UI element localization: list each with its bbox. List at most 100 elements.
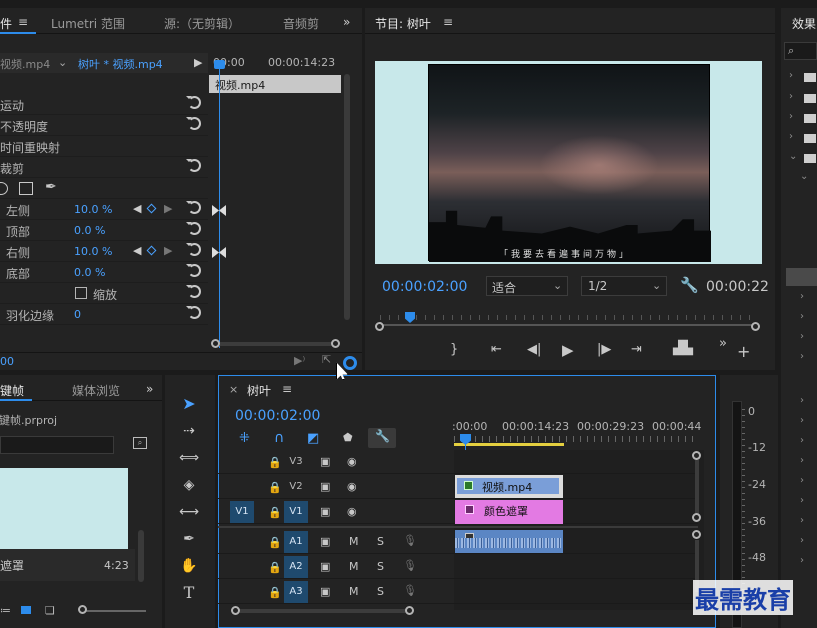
effects-list-item[interactable]: ›	[786, 452, 817, 472]
ec-playhead[interactable]	[219, 66, 220, 348]
tab-effect-controls[interactable]: 件	[0, 15, 12, 32]
project-item-thumbnail[interactable]	[0, 468, 128, 549]
snap-icon[interactable]: ∩	[274, 430, 284, 446]
effects-folder-item[interactable]: ›	[786, 128, 817, 148]
track-v3[interactable]: 🔒 V3 ▣ ◉	[218, 450, 698, 474]
mute-button[interactable]: M	[349, 535, 359, 548]
ec-playhead-handle[interactable]	[214, 60, 225, 69]
step-forward-icon[interactable]: |▶	[597, 342, 611, 357]
property-value[interactable]: 0.0 %	[74, 224, 105, 237]
reset-icon[interactable]	[186, 159, 201, 172]
lock-icon[interactable]: 🔒	[268, 561, 282, 574]
effects-list-item[interactable]: ›	[786, 288, 817, 308]
add-keyframe-icon[interactable]	[146, 203, 157, 214]
reset-icon[interactable]	[186, 96, 201, 109]
effects-folder-item[interactable]: ›	[786, 108, 817, 128]
add-button-icon[interactable]: +	[737, 342, 750, 361]
effects-list-item[interactable]: ›	[786, 308, 817, 328]
source-patch-v1[interactable]: V1	[230, 501, 254, 523]
track-label-v2[interactable]: V2	[284, 476, 308, 498]
property-row-right[interactable]: 右侧 10.0 % ◀ ▶	[0, 241, 208, 262]
microphone-icon[interactable]: 🎙	[403, 584, 417, 597]
hand-tool-icon[interactable]: ✋	[178, 555, 200, 577]
scrub-playhead[interactable]	[405, 312, 415, 323]
eye-icon[interactable]: ◉	[347, 455, 357, 468]
zoom-slider-handle[interactable]	[78, 605, 87, 614]
scroll-handle-left[interactable]	[231, 606, 240, 615]
timeline-settings-button[interactable]: 🔧	[368, 428, 396, 448]
ripple-edit-tool-icon[interactable]: ⟺	[178, 447, 200, 469]
property-row-left[interactable]: 左侧 10.0 % ◀ ▶	[0, 199, 208, 220]
sync-lock-icon[interactable]: ▣	[320, 480, 330, 493]
effects-folder-item[interactable]: ›	[786, 88, 817, 108]
property-value[interactable]: 10.0 %	[74, 245, 112, 258]
mute-button[interactable]: M	[349, 585, 359, 598]
effects-list-item[interactable]: ›	[786, 328, 817, 348]
prev-keyframe-icon[interactable]: ◀	[133, 202, 141, 215]
tab-audio[interactable]: 音频剪	[283, 15, 319, 32]
scroll-handle-left[interactable]	[211, 339, 220, 348]
wrench-icon[interactable]: 🔧	[680, 276, 699, 294]
play-audio-icon[interactable]: ▶⁾	[294, 354, 305, 367]
track-label-v1[interactable]: V1	[284, 501, 308, 523]
rectangle-mask-icon[interactable]	[19, 182, 33, 195]
effects-list-item[interactable]: ›	[786, 472, 817, 492]
resolution-dropdown[interactable]: 1/2 ⌄	[581, 276, 667, 296]
next-keyframe-icon[interactable]: ▶	[164, 244, 172, 257]
effects-list-item[interactable]: ›	[786, 532, 817, 552]
property-row-crop[interactable]: 裁剪	[0, 157, 208, 178]
mute-button[interactable]: M	[349, 560, 359, 573]
scroll-handle-right[interactable]	[405, 606, 414, 615]
property-value[interactable]: 10.0 %	[74, 203, 112, 216]
overflow-icon[interactable]: »	[719, 336, 727, 351]
project-search-input[interactable]	[0, 436, 114, 454]
timeline-title[interactable]: 树叶	[247, 382, 271, 399]
clip-video-v2[interactable]: 视频.mp4	[455, 475, 563, 498]
effects-search[interactable]: ⌕	[784, 42, 817, 60]
reset-icon[interactable]	[186, 285, 201, 298]
list-view-icon[interactable]: ≔	[0, 604, 11, 617]
solo-button[interactable]: S	[377, 560, 384, 573]
pen-tool-icon[interactable]: ✒	[178, 528, 200, 550]
program-video-frame[interactable]: 「我要去看遍事间万物」	[375, 61, 762, 264]
lock-icon[interactable]: 🔒	[268, 536, 282, 549]
go-to-in-icon[interactable]: ⇤	[491, 342, 502, 357]
ec-horizontal-scrollbar[interactable]	[216, 342, 336, 346]
reset-icon[interactable]	[186, 243, 201, 256]
scrub-handle-left[interactable]	[375, 322, 384, 331]
project-scrollbar[interactable]	[138, 530, 144, 582]
effects-list-item[interactable]: ›	[786, 348, 817, 368]
effects-folder-item-open[interactable]: ⌄	[786, 148, 817, 168]
program-title[interactable]: 节目: 树叶	[375, 15, 431, 32]
clip-color-matte-v1[interactable]: 颜色遮罩	[455, 500, 563, 524]
slip-tool-icon[interactable]: ⟷	[178, 501, 200, 523]
close-icon[interactable]: ×	[229, 383, 238, 396]
prev-keyframe-icon[interactable]: ◀	[133, 244, 141, 257]
export-frame-icon[interactable]: ⇱	[322, 353, 331, 366]
property-value[interactable]: 0	[74, 308, 81, 321]
effects-list-item[interactable]: ›	[786, 552, 817, 572]
property-row-motion[interactable]: 运动	[0, 94, 208, 115]
type-tool-icon[interactable]: T	[178, 582, 200, 604]
scroll-handle-bottom[interactable]	[692, 513, 701, 522]
reset-icon[interactable]	[186, 264, 201, 277]
property-row-opacity[interactable]: 不透明度	[0, 115, 208, 136]
effects-list-item[interactable]: ›	[786, 432, 817, 452]
chevron-down-icon[interactable]: ⌄	[58, 56, 67, 69]
track-label-a3[interactable]: A3	[284, 581, 308, 603]
razor-tool-icon[interactable]: ◈	[178, 474, 200, 496]
zoom-slider[interactable]	[80, 610, 146, 612]
reset-icon[interactable]	[186, 306, 201, 319]
reset-icon[interactable]	[186, 201, 201, 214]
microphone-icon[interactable]: 🎙	[403, 559, 417, 572]
property-value[interactable]: 0.0 %	[74, 266, 105, 279]
effects-title[interactable]: 效果	[792, 15, 816, 32]
go-to-out-icon[interactable]: ⇥	[631, 342, 642, 357]
tab-menu-icon[interactable]: ≡	[18, 15, 28, 29]
selection-tool-icon[interactable]: ➤	[178, 393, 200, 415]
effects-list-item[interactable]: ›	[786, 512, 817, 532]
add-marker-icon[interactable]: ⬟	[343, 431, 353, 444]
lock-icon[interactable]: 🔒	[268, 586, 282, 599]
program-scrub-bar[interactable]	[380, 312, 755, 328]
track-select-tool-icon[interactable]: ⇢	[178, 420, 200, 442]
